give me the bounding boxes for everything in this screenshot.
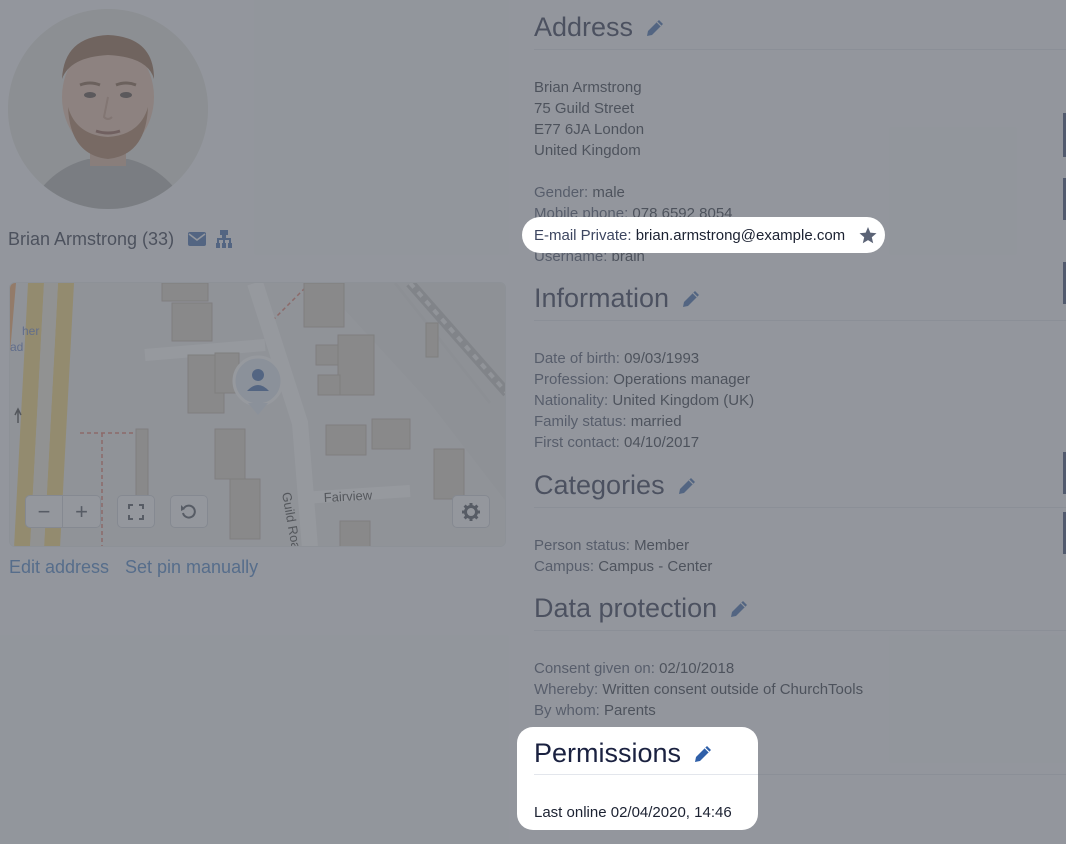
edit-address-link[interactable]: Edit address <box>9 557 109 578</box>
org-tree-icon[interactable] <box>216 230 233 248</box>
gender-field: Gender: male <box>534 184 625 201</box>
divider <box>534 507 1066 508</box>
set-pin-manually-link[interactable]: Set pin manually <box>125 557 258 578</box>
reset-view-button[interactable] <box>170 495 208 528</box>
email-private-field: E-mail Private: brian.armstrong@example.… <box>534 227 846 244</box>
person-header: Brian Armstrong (33) <box>8 227 233 251</box>
undo-icon <box>181 504 196 519</box>
person-status-field: Person status: Member <box>534 537 690 554</box>
person-name: Brian Armstrong (33) <box>8 228 175 249</box>
edit-address-pencil-icon[interactable] <box>645 18 665 38</box>
divider <box>534 774 758 775</box>
address-section-title: Address <box>534 12 665 43</box>
zoom-in-button[interactable]: + <box>63 495 101 528</box>
whereby-field: Whereby: Written consent outside of Chur… <box>534 681 864 698</box>
edit-permissions-pencil-icon[interactable] <box>693 744 713 764</box>
first-contact-field: First contact: 04/10/2017 <box>534 434 700 451</box>
divider <box>534 630 1066 631</box>
address-map[interactable]: her ad Guild Road Fairview − + <box>9 282 506 547</box>
address-line-2: 75 Guild Street <box>534 100 635 117</box>
avatar <box>8 9 208 209</box>
edit-information-pencil-icon[interactable] <box>681 289 701 309</box>
data-protection-section-title: Data protection <box>534 593 749 624</box>
address-line-3: E77 6JA London <box>534 121 645 138</box>
map-partial-label-2: ad <box>10 340 23 354</box>
campus-field: Campus: Campus - Center <box>534 558 713 575</box>
fullscreen-icon <box>128 503 144 520</box>
profession-field: Profession: Operations manager <box>534 371 750 388</box>
map-settings-button[interactable] <box>452 495 490 528</box>
last-online-text: Last online 02/04/2020, 14:46 <box>534 804 732 821</box>
edit-data-protection-pencil-icon[interactable] <box>729 599 749 619</box>
address-line-1: Brian Armstrong <box>534 79 642 96</box>
email-link[interactable]: brian.armstrong@example.com <box>636 227 845 244</box>
permissions-section-title: Permissions <box>534 738 713 769</box>
by-whom-field: By whom: Parents <box>534 702 656 719</box>
address-line-4: United Kingdom <box>534 142 641 159</box>
fullscreen-button[interactable] <box>117 495 155 528</box>
gear-icon <box>462 502 480 521</box>
information-section-title: Information <box>534 283 701 314</box>
star-icon[interactable] <box>859 227 877 249</box>
map-street-fairview: Fairview <box>323 487 373 505</box>
envelope-icon[interactable] <box>188 232 207 246</box>
consent-given-field: Consent given on: 02/10/2018 <box>534 660 735 677</box>
zoom-out-button[interactable]: − <box>25 495 63 528</box>
categories-section-title: Categories <box>534 470 697 501</box>
nationality-field: Nationality: United Kingdom (UK) <box>534 392 755 409</box>
edit-categories-pencil-icon[interactable] <box>677 476 697 496</box>
divider <box>534 320 1066 321</box>
date-of-birth-field: Date of birth: 09/03/1993 <box>534 350 700 367</box>
divider <box>534 49 1066 50</box>
avatar-photo <box>8 9 208 209</box>
family-status-field: Family status: married <box>534 413 682 430</box>
map-partial-label-1: her <box>22 324 39 338</box>
